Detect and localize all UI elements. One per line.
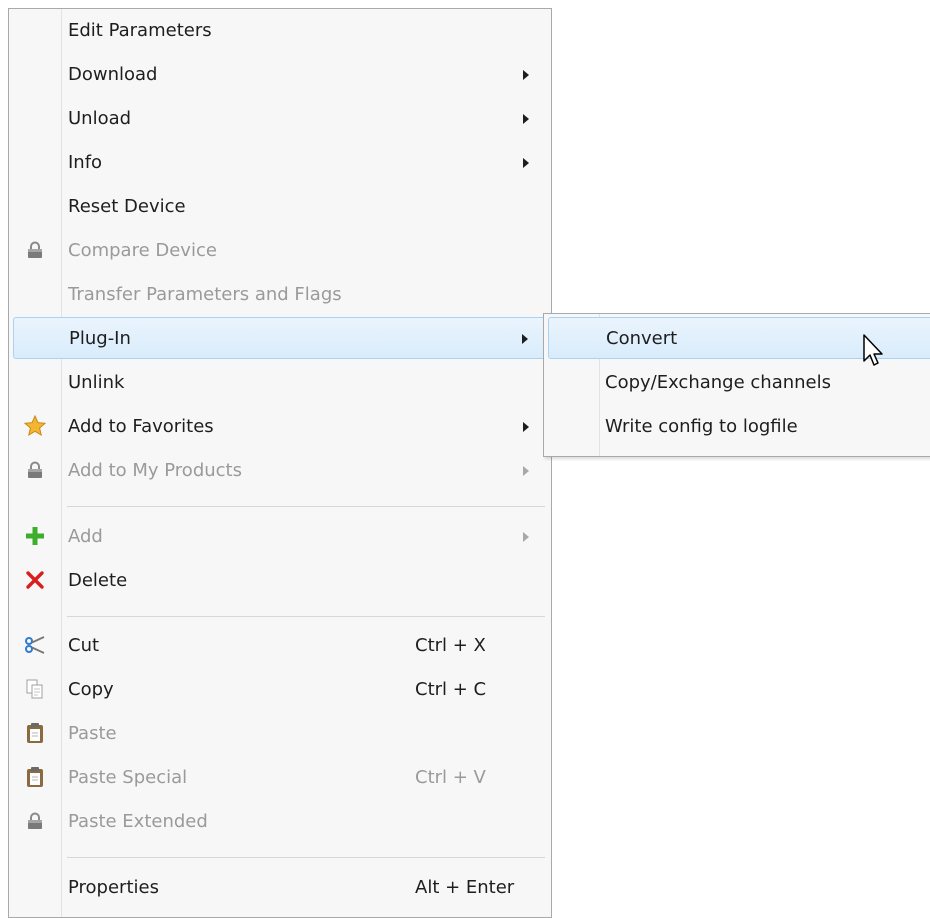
submenu-arrow-icon: [523, 532, 529, 542]
lock-icon: [15, 800, 55, 842]
menu-item-label: Transfer Parameters and Flags: [68, 283, 342, 305]
context-menu: Edit Parameters Download Unload Info Res…: [8, 8, 552, 918]
clipboard-icon: [15, 756, 55, 798]
menu-item-label: Edit Parameters: [68, 19, 212, 41]
menu-item-label: Cut: [68, 634, 100, 656]
menu-item-label: Delete: [68, 569, 128, 591]
scissors-icon: [15, 624, 55, 666]
submenu-arrow-icon: [523, 422, 529, 432]
menu-item-edit-parameters[interactable]: Edit Parameters: [13, 9, 547, 51]
delete-x-icon: [15, 559, 55, 601]
menu-item-label: Paste Special: [68, 766, 188, 788]
menu-item-download[interactable]: Download: [13, 53, 547, 95]
shortcut-label: Alt + Enter: [415, 876, 515, 898]
menu-item-copy[interactable]: Copy Ctrl + C: [13, 668, 547, 710]
menu-item-label: Info: [68, 151, 103, 173]
shortcut-label: Ctrl + C: [415, 678, 487, 700]
menu-item-paste-extended[interactable]: Paste Extended: [13, 800, 547, 842]
star-icon: [15, 405, 55, 447]
menu-item-compare-device[interactable]: Compare Device: [13, 229, 547, 271]
menu-item-paste[interactable]: Paste: [13, 712, 547, 754]
menu-item-label: Paste: [68, 722, 117, 744]
menu-item-reset-device[interactable]: Reset Device: [13, 185, 547, 227]
menu-item-label: Add to My Products: [68, 459, 242, 481]
menu-item-label: Reset Device: [68, 195, 186, 217]
menu-item-cut[interactable]: Cut Ctrl + X: [13, 624, 547, 666]
menu-item-add[interactable]: Add: [13, 515, 547, 557]
menu-item-info[interactable]: Info: [13, 141, 547, 183]
submenu-arrow-icon: [523, 158, 529, 168]
menu-item-delete[interactable]: Delete: [13, 559, 547, 601]
plus-icon: [15, 515, 55, 557]
menu-item-label: Add to Favorites: [68, 415, 214, 437]
lock-icon: [15, 229, 55, 271]
menu-item-unload[interactable]: Unload: [13, 97, 547, 139]
menu-item-label: Plug-In: [69, 327, 131, 349]
menu-item-properties[interactable]: Properties Alt + Enter: [13, 866, 547, 908]
menu-separator: [67, 857, 545, 858]
menu-item-add-to-favorites[interactable]: Add to Favorites: [13, 405, 547, 447]
menu-item-paste-special[interactable]: Paste Special Ctrl + V: [13, 756, 547, 798]
submenu-item-label: Convert: [606, 327, 678, 349]
menu-item-label: Properties: [68, 876, 159, 898]
menu-item-unlink[interactable]: Unlink: [13, 361, 547, 403]
menu-separator: [67, 616, 545, 617]
submenu-item-write-config-to-logfile[interactable]: Write config to logfile: [548, 405, 930, 447]
submenu-item-label: Write config to logfile: [605, 415, 798, 437]
menu-item-label: Unlink: [68, 371, 125, 393]
clipboard-icon: [15, 712, 55, 754]
submenu-arrow-icon: [523, 70, 529, 80]
lock-icon: [15, 449, 55, 491]
menu-item-label: Download: [68, 63, 158, 85]
menu-item-label: Add: [68, 525, 103, 547]
submenu-arrow-icon: [523, 466, 529, 476]
menu-separator: [67, 506, 545, 507]
mouse-pointer-icon: [862, 333, 886, 376]
submenu-item-label: Copy/Exchange channels: [605, 371, 832, 393]
shortcut-label: Ctrl + V: [415, 766, 486, 788]
submenu-arrow-icon: [523, 114, 529, 124]
menu-item-plug-in[interactable]: Plug-In: [13, 317, 547, 359]
menu-item-label: Compare Device: [68, 239, 217, 261]
menu-item-transfer-parameters-and-flags[interactable]: Transfer Parameters and Flags: [13, 273, 547, 315]
copy-icon: [15, 668, 55, 710]
menu-item-label: Unload: [68, 107, 132, 129]
menu-item-add-to-my-products[interactable]: Add to My Products: [13, 449, 547, 491]
submenu-arrow-icon: [522, 334, 528, 344]
shortcut-label: Ctrl + X: [415, 634, 486, 656]
menu-item-label: Copy: [68, 678, 114, 700]
menu-item-label: Paste Extended: [68, 810, 208, 832]
